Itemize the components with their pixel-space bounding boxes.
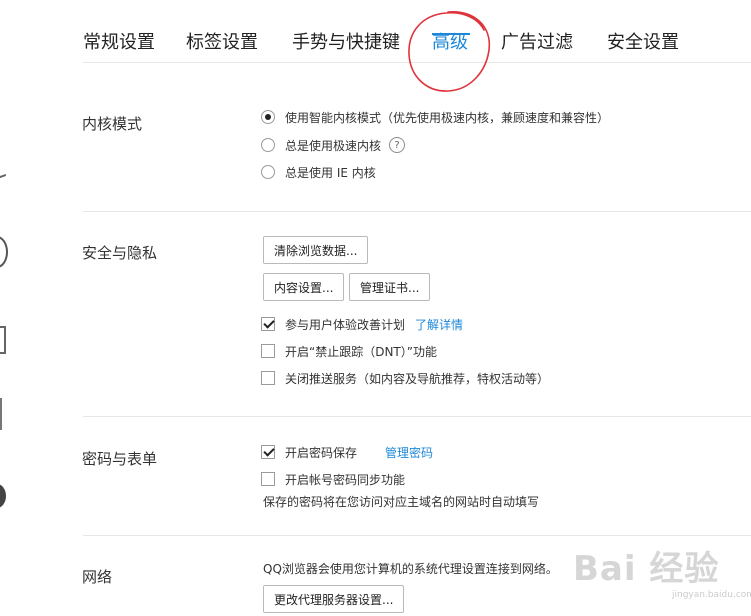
baidu-watermark-url: jingyan.baidu.com (672, 590, 751, 600)
kernel-option-fast[interactable]: 总是使用极速内核 ? (261, 135, 406, 155)
section-title-privacy: 安全与隐私 (82, 244, 158, 262)
privacy-option-ux-program[interactable]: 参与用户体验改善计划 了解详情 (261, 314, 463, 334)
password-autofill-note: 保存的密码将在您访问对应主域名的网站时自动填写 (263, 495, 540, 509)
radio-button[interactable] (261, 110, 275, 124)
kernel-option-smart[interactable]: 使用智能内核模式（优先使用极速内核，兼顾速度和兼容性） (261, 107, 609, 127)
checkbox[interactable] (261, 371, 275, 385)
password-option-save[interactable]: 开启密码保存 管理密码 (261, 442, 433, 462)
password-option-sync[interactable]: 开启帐号密码同步功能 (261, 469, 405, 489)
section-divider (83, 535, 751, 536)
learn-more-link[interactable]: 了解详情 (415, 316, 463, 333)
tab-gestures-shortcuts[interactable]: 手势与快捷键 (292, 28, 400, 54)
manage-passwords-link[interactable]: 管理密码 (385, 444, 433, 461)
option-label: 开启密码保存 (285, 445, 358, 460)
privacy-option-dnt[interactable]: 开启“禁止跟踪（DNT）”功能 (261, 341, 437, 361)
annotation-circle (408, 11, 491, 92)
option-label: 开启帐号密码同步功能 (285, 472, 406, 487)
tab-general[interactable]: 常规设置 (83, 28, 155, 54)
tab-security[interactable]: 安全设置 (607, 28, 679, 54)
sidebar-fragment-icon (0, 398, 2, 430)
radio-button[interactable] (261, 138, 275, 152)
option-label: 关闭推送服务（如内容及导航推荐，特权活动等） (285, 371, 550, 386)
section-title-password: 密码与表单 (82, 450, 158, 468)
section-divider (83, 416, 751, 417)
manage-certificates-button[interactable]: 管理证书... (349, 273, 431, 301)
help-icon[interactable]: ? (389, 137, 406, 153)
checkbox[interactable] (261, 317, 275, 331)
sidebar-fragment-icon (0, 173, 10, 191)
proxy-settings-button[interactable]: 更改代理服务器设置... (263, 585, 405, 613)
section-title-kernel: 内核模式 (82, 115, 143, 133)
section-divider (83, 211, 751, 212)
tab-tabs[interactable]: 标签设置 (186, 28, 258, 54)
checkbox[interactable] (261, 344, 275, 358)
clear-browsing-data-button[interactable]: 清除浏览数据... (263, 236, 369, 264)
option-label: 参与用户体验改善计划 (285, 317, 406, 332)
option-label: 开启“禁止跟踪（DNT）”功能 (285, 344, 437, 359)
section-title-network: 网络 (82, 568, 113, 586)
checkbox[interactable] (261, 445, 275, 459)
kernel-option-ie[interactable]: 总是使用 IE 内核 (261, 162, 376, 182)
sidebar-fragment-icon (0, 326, 6, 354)
option-label: 使用智能内核模式（优先使用极速内核，兼顾速度和兼容性） (285, 110, 610, 125)
gear-icon (0, 484, 6, 508)
tab-ad-filter[interactable]: 广告过滤 (501, 28, 573, 54)
proxy-note: QQ浏览器会使用您计算机的系统代理设置连接到网络。 (263, 562, 558, 576)
baidu-watermark-logo: Bai 经验 (573, 549, 720, 589)
sidebar-fragment-icon (0, 236, 8, 268)
privacy-option-push[interactable]: 关闭推送服务（如内容及导航推荐，特权活动等） (261, 368, 549, 388)
radio-button[interactable] (261, 165, 275, 179)
content-settings-button[interactable]: 内容设置... (263, 273, 345, 301)
option-label: 总是使用 IE 内核 (285, 165, 376, 180)
option-label: 总是使用极速内核 (285, 138, 382, 153)
checkbox[interactable] (261, 472, 275, 486)
